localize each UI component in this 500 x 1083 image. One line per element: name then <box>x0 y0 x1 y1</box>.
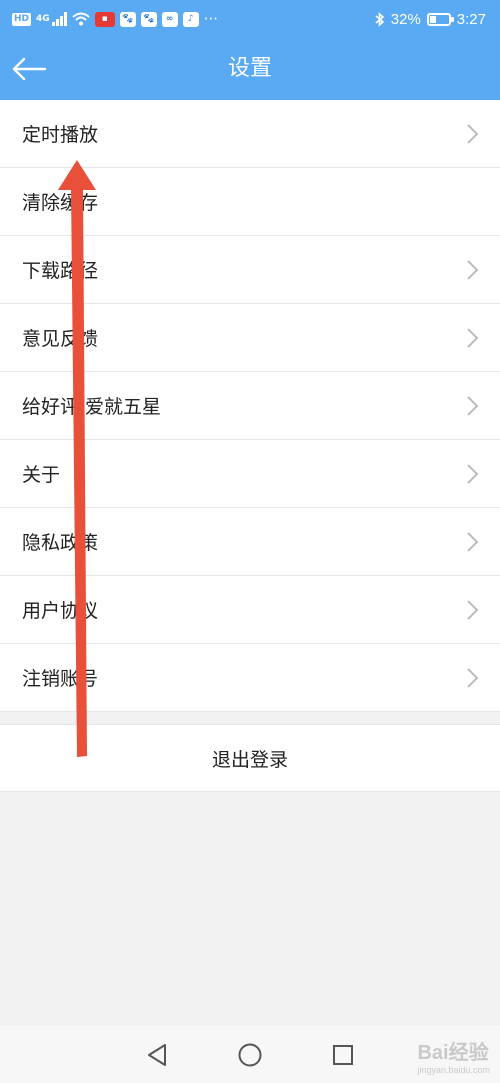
chevron-right-icon <box>467 667 479 688</box>
settings-list: 定时播放 清除缓存 下载路径 意见反馈 给好评,爱就五星 关于 隐私政策 用户协… <box>0 100 500 712</box>
chevron-right-icon <box>467 463 479 484</box>
nav-home-button[interactable] <box>235 1040 265 1070</box>
chevron-right-icon <box>467 327 479 348</box>
signal-icon <box>51 12 67 26</box>
clock: 3:27 <box>456 10 486 28</box>
chevron-right-icon <box>467 531 479 552</box>
setting-about[interactable]: 关于 <box>0 440 500 508</box>
home-nav-icon <box>238 1043 262 1066</box>
setting-label: 下载路径 <box>22 260 99 282</box>
setting-label: 意见反馈 <box>22 328 99 350</box>
recents-nav-icon <box>333 1044 354 1065</box>
chevron-right-icon <box>467 395 479 416</box>
hd-indicator: HD <box>12 12 32 26</box>
battery-icon <box>426 12 454 26</box>
setting-label: 清除缓存 <box>22 192 99 214</box>
infinity-app-icon: ∞ <box>161 11 178 27</box>
watermark-url: jingyan.baidu.com <box>417 1065 490 1075</box>
setting-label: 注销账号 <box>22 668 99 690</box>
back-nav-icon <box>147 1043 166 1066</box>
setting-privacy-policy[interactable]: 隐私政策 <box>0 508 500 576</box>
setting-label: 定时播放 <box>22 124 99 146</box>
network-type: 4G <box>36 14 50 24</box>
nav-recents-button[interactable] <box>328 1040 358 1070</box>
setting-user-agreement[interactable]: 用户协议 <box>0 576 500 644</box>
setting-rate-five-stars[interactable]: 给好评,爱就五星 <box>0 372 500 440</box>
setting-label: 隐私政策 <box>22 532 99 554</box>
bluetooth-icon <box>375 11 384 27</box>
setting-timed-playback[interactable]: 定时播放 <box>0 100 500 168</box>
setting-clear-cache[interactable]: 清除缓存 <box>0 168 500 236</box>
setting-label: 关于 <box>22 464 61 486</box>
app-notification-icon: ▪ <box>94 11 115 27</box>
logout-button[interactable]: 退出登录 <box>0 724 500 792</box>
setting-feedback[interactable]: 意见反馈 <box>0 304 500 372</box>
watermark-brand: Bai经验 <box>417 1042 489 1064</box>
chevron-right-icon <box>467 599 479 620</box>
battery-percent: 32% <box>390 10 421 28</box>
title-bar: 设置 <box>0 38 500 100</box>
chevron-right-icon <box>467 259 479 280</box>
page-title: 设置 <box>227 56 272 81</box>
wifi-icon <box>72 12 90 26</box>
setting-label: 用户协议 <box>22 600 99 622</box>
setting-delete-account[interactable]: 注销账号 <box>0 644 500 712</box>
baidu-paw-icon-2: 🐾 <box>140 11 157 27</box>
music-app-icon: ♪ <box>182 11 199 27</box>
status-bar: HD 4G ▪ 🐾 🐾 ∞ ♪ ··· 32% 3:27 <box>0 0 500 38</box>
baidu-paw-icon: 🐾 <box>119 11 136 27</box>
chevron-right-icon <box>467 123 479 144</box>
setting-label: 给好评,爱就五星 <box>22 396 162 418</box>
baidu-jingyan-watermark: Bai经验 jingyan.baidu.com <box>417 1036 490 1075</box>
nav-back-button[interactable] <box>142 1040 172 1070</box>
more-notifications-icon: ··· <box>203 10 218 28</box>
setting-download-path[interactable]: 下载路径 <box>0 236 500 304</box>
